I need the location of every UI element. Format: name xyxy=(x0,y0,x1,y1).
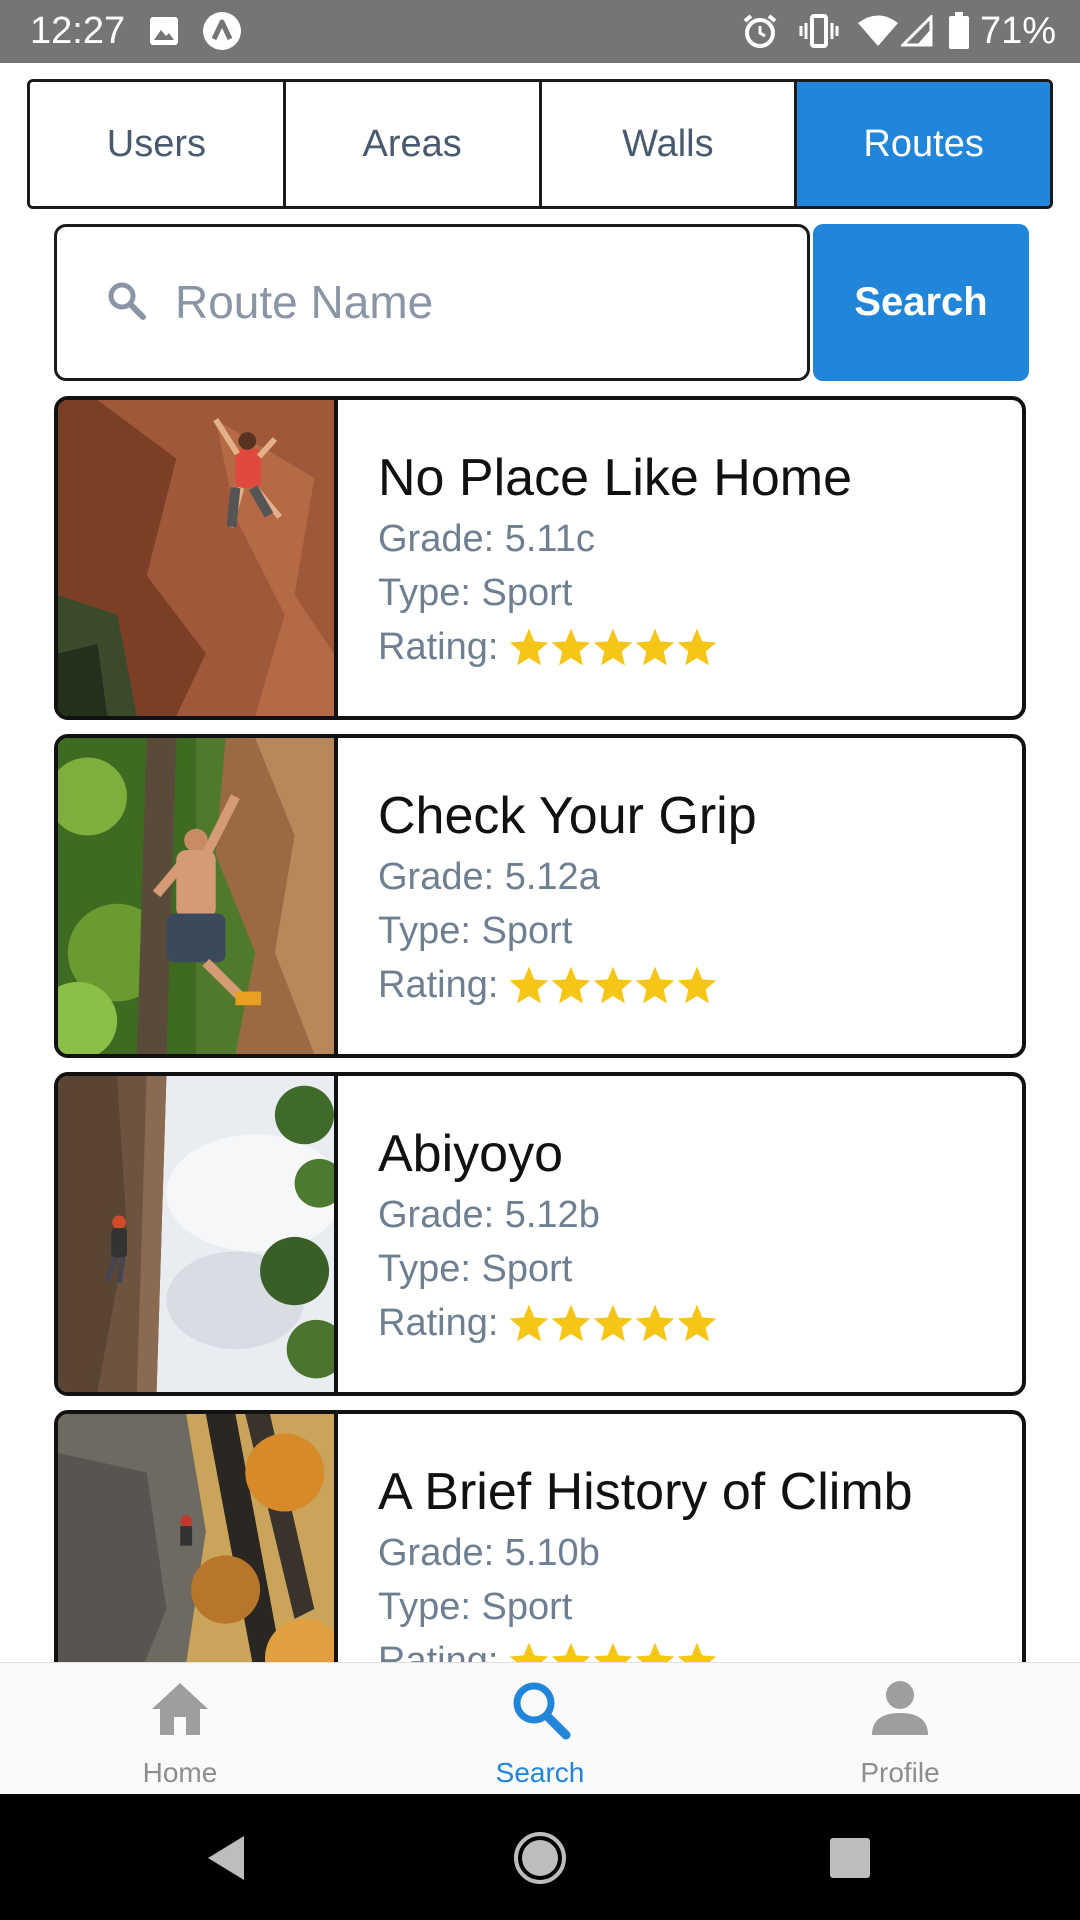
route-name: Check Your Grip xyxy=(378,787,757,845)
star-icon xyxy=(678,1642,717,1662)
star-icon xyxy=(510,628,549,666)
rating-stars xyxy=(508,1640,718,1662)
tab-walls[interactable]: Walls xyxy=(541,82,798,206)
route-card[interactable]: No Place Like Home Grade: 5.11c Type: Sp… xyxy=(54,396,1026,720)
search-box xyxy=(54,224,810,381)
route-type: Type: Sport xyxy=(378,1248,573,1290)
star-icon xyxy=(636,1642,675,1662)
search-icon xyxy=(105,279,149,323)
star-icon xyxy=(510,1642,549,1662)
star-icon xyxy=(510,1304,549,1342)
route-grade: Grade: 5.11c xyxy=(378,518,595,560)
nav-search[interactable]: Search xyxy=(430,1663,650,1795)
image-notification-icon xyxy=(148,12,180,50)
star-icon xyxy=(594,966,633,1004)
route-info: Abiyoyo Grade: 5.12b Type: Sport Rating: xyxy=(338,1076,718,1392)
star-icon xyxy=(552,966,591,1004)
route-info: No Place Like Home Grade: 5.11c Type: Sp… xyxy=(338,400,852,716)
rating-label: Rating: xyxy=(378,626,499,668)
route-card[interactable]: Check Your Grip Grade: 5.12a Type: Sport… xyxy=(54,734,1026,1058)
star-icon xyxy=(552,1642,591,1662)
route-name: A Brief History of Climb xyxy=(378,1463,913,1521)
route-name: No Place Like Home xyxy=(378,449,852,507)
route-list: No Place Like Home Grade: 5.11c Type: Sp… xyxy=(0,392,1080,1662)
search-icon xyxy=(508,1677,572,1741)
wifi-icon xyxy=(856,12,900,50)
route-type: Type: Sport xyxy=(378,910,573,952)
nav-profile[interactable]: Profile xyxy=(790,1663,1010,1795)
star-icon xyxy=(510,966,549,1004)
tab-users[interactable]: Users xyxy=(30,82,286,206)
vibrate-icon xyxy=(798,12,840,50)
star-icon xyxy=(678,966,717,1004)
route-grade: Grade: 5.10b xyxy=(378,1532,600,1574)
route-type: Type: Sport xyxy=(378,1586,573,1628)
route-grade: Grade: 5.12b xyxy=(378,1194,600,1236)
star-icon xyxy=(636,966,675,1004)
route-card[interactable]: A Brief History of Climb Grade: 5.10b Ty… xyxy=(54,1410,1026,1662)
star-icon xyxy=(678,1304,717,1342)
star-icon xyxy=(636,1304,675,1342)
status-time: 12:27 xyxy=(30,10,126,52)
route-rating: Rating: xyxy=(378,620,852,674)
battery-icon xyxy=(946,12,972,50)
nav-home[interactable]: Home xyxy=(70,1663,290,1795)
recents-icon[interactable] xyxy=(822,1830,878,1886)
alarm-icon xyxy=(740,12,780,50)
rating-stars xyxy=(508,964,718,1006)
signal-icon xyxy=(900,12,934,50)
star-icon xyxy=(594,1642,633,1662)
search-button[interactable]: Search xyxy=(813,224,1029,381)
system-nav-bar xyxy=(0,1794,1080,1920)
route-photo xyxy=(58,1076,338,1392)
route-grade: Grade: 5.12a xyxy=(378,856,600,898)
star-icon xyxy=(552,1304,591,1342)
home-button-icon[interactable] xyxy=(512,1830,568,1886)
rating-stars xyxy=(508,1302,718,1344)
route-type: Type: Sport xyxy=(378,572,573,614)
profile-icon xyxy=(868,1677,932,1741)
category-tabs: Users Areas Walls Routes xyxy=(27,79,1053,209)
route-info: Check Your Grip Grade: 5.12a Type: Sport… xyxy=(338,738,757,1054)
tab-routes[interactable]: Routes xyxy=(797,82,1050,206)
route-name-input[interactable] xyxy=(175,257,775,347)
tab-areas[interactable]: Areas xyxy=(285,82,542,206)
app-notification-icon xyxy=(200,12,244,50)
rating-label: Rating: xyxy=(378,1640,499,1662)
bottom-nav: Home Search Profile xyxy=(0,1662,1080,1794)
back-icon[interactable] xyxy=(200,1830,256,1886)
route-photo xyxy=(58,738,338,1054)
route-rating: Rating: xyxy=(378,958,757,1012)
status-bar: 12:27 71% xyxy=(0,0,1080,63)
rating-label: Rating: xyxy=(378,1302,499,1344)
nav-label: Profile xyxy=(860,1757,940,1788)
route-name: Abiyoyo xyxy=(378,1125,563,1183)
route-card[interactable]: Abiyoyo Grade: 5.12b Type: Sport Rating: xyxy=(54,1072,1026,1396)
rating-stars xyxy=(508,626,718,668)
home-icon xyxy=(148,1677,212,1741)
nav-label: Search xyxy=(495,1757,585,1788)
star-icon xyxy=(678,628,717,666)
nav-label: Home xyxy=(142,1757,218,1788)
battery-percent: 71% xyxy=(980,10,1057,52)
route-photo xyxy=(58,1414,338,1662)
route-photo xyxy=(58,400,338,716)
route-info: A Brief History of Climb Grade: 5.10b Ty… xyxy=(338,1414,913,1662)
route-rating: Rating: xyxy=(378,1296,718,1350)
route-rating: Rating: xyxy=(378,1634,913,1662)
star-icon xyxy=(594,628,633,666)
rating-label: Rating: xyxy=(378,964,499,1006)
star-icon xyxy=(552,628,591,666)
star-icon xyxy=(594,1304,633,1342)
star-icon xyxy=(636,628,675,666)
